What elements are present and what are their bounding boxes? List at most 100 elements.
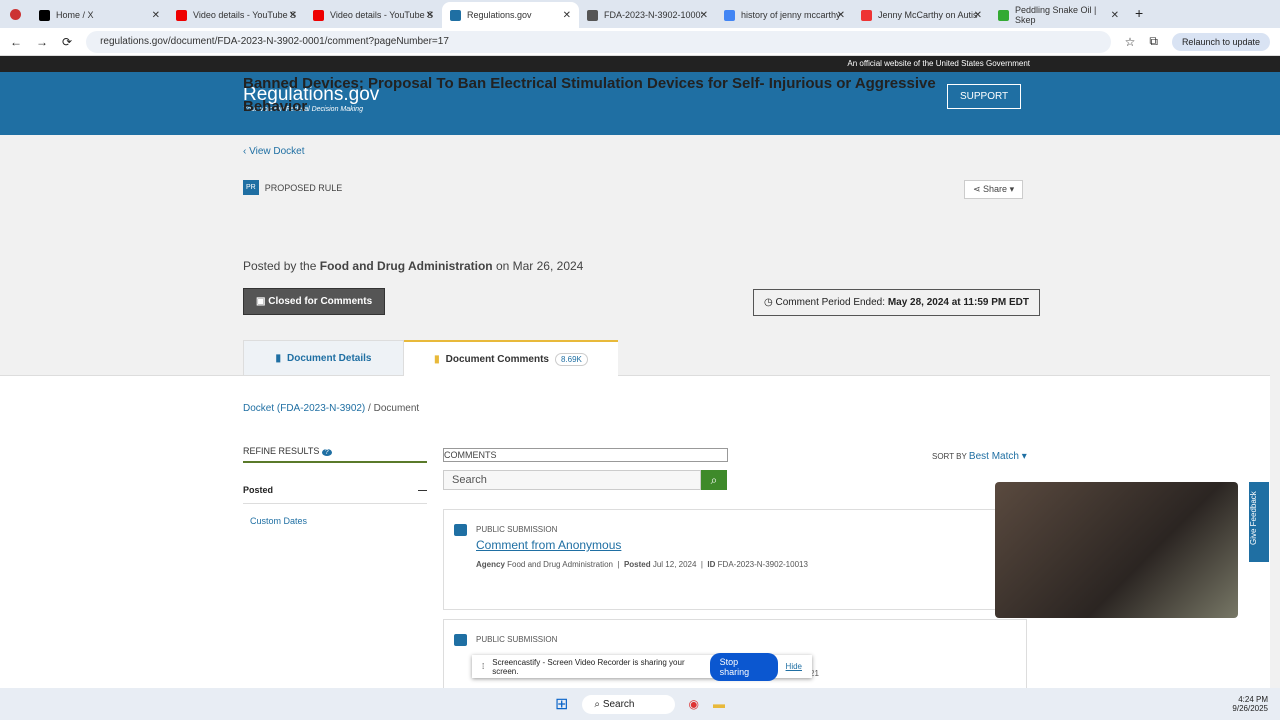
clock[interactable]: 4:24 PM 9/26/2025	[1232, 695, 1268, 713]
custom-dates-link[interactable]: Custom Dates	[250, 516, 307, 526]
sort-label: SORT BY	[932, 452, 967, 461]
give-feedback-button[interactable]: Give Feedback	[1249, 482, 1269, 562]
time: 4:24 PM	[1238, 695, 1268, 704]
tab-favicon-icon	[861, 9, 872, 21]
browser-tab[interactable]: Home / X ✕	[31, 2, 168, 28]
bookmark-star-icon[interactable]: ☆	[1125, 35, 1136, 49]
tab-favicon-icon	[587, 9, 598, 21]
refine-results-heading: REFINE RESULTS ?	[243, 446, 427, 463]
page-title: Banned Devices; Proposal To Ban Electric…	[243, 75, 936, 115]
tab-strip: Home / X ✕ Video details - YouTube S ✕ Video…	[0, 0, 1280, 28]
posted-prefix: Posted by the	[243, 259, 317, 273]
closed-for-comments-badge: ▣ Closed for Comments	[243, 288, 386, 315]
browser-tab[interactable]: Video details - YouTube S ✕	[168, 2, 305, 28]
posted-filter-toggle[interactable]: Posted —	[243, 485, 427, 504]
help-icon[interactable]: ?	[321, 449, 332, 456]
close-tab-icon[interactable]: ✕	[289, 10, 297, 21]
tab-document-details[interactable]: ▮ Document Details	[243, 340, 404, 376]
agency-value: Food and Drug Administration	[507, 560, 613, 569]
taskbar-search[interactable]: ⌕ Search	[582, 694, 675, 714]
browser-tab[interactable]: Jenny McCarthy on Autis ✕	[853, 2, 990, 28]
sharing-text: Screencastify - Screen Video Recorder is…	[492, 657, 685, 676]
browser-tab[interactable]: Regulations.gov ✕	[442, 2, 579, 28]
tab-favicon-icon	[176, 9, 187, 21]
tab-document-comments[interactable]: ▮ Document Comments 8.69K	[404, 340, 618, 376]
close-tab-icon[interactable]: ✕	[426, 10, 434, 21]
screen-sharing-bar: ⁞ Screencastify - Screen Video Recorder …	[472, 652, 812, 681]
close-tab-icon[interactable]: ✕	[837, 10, 845, 21]
extensions-icon[interactable]: ⧉	[1149, 34, 1158, 49]
browser-tab[interactable]: Video details - YouTube S ✕	[305, 2, 442, 28]
share-label: Share	[983, 184, 1008, 194]
reload-icon[interactable]: ⟳	[62, 35, 72, 49]
tab-favicon-icon	[313, 9, 324, 21]
view-docket-label: View Docket	[249, 146, 305, 157]
forward-icon[interactable]: →	[36, 35, 48, 49]
recording-icon	[10, 9, 21, 20]
collapse-icon: —	[418, 485, 427, 495]
comment-title-link[interactable]: Comment from Anonymous	[476, 538, 621, 552]
taskbar-search-label: Search	[602, 698, 635, 710]
taskbar: ⊞ ⌕ Search ◉ ▬ 4:24 PM 9/26/2025	[0, 688, 1280, 720]
close-tab-icon[interactable]: ✕	[974, 10, 982, 21]
submission-type: PUBLIC SUBMISSION	[476, 635, 558, 644]
new-tab-button[interactable]: +	[1135, 5, 1143, 21]
close-tab-icon[interactable]: ✕	[152, 10, 160, 21]
share-button[interactable]: ⋖ Share ▾	[964, 180, 1024, 199]
browser-tab[interactable]: history of jenny mccarthy ✕	[716, 2, 853, 28]
hide-link[interactable]: Hide	[786, 662, 802, 671]
comment-period: ◷ Comment Period Ended: May 28, 2024 at …	[753, 289, 1040, 316]
stop-sharing-button[interactable]: Stop sharing	[709, 652, 778, 681]
tab-favicon-icon	[39, 9, 50, 21]
comments-icon: ▮	[434, 353, 440, 365]
date: 9/26/2025	[1232, 704, 1268, 713]
posted-label: Posted	[623, 560, 651, 569]
url-input[interactable]: regulations.gov/document/FDA-2023-N-3902…	[86, 30, 1111, 53]
id-label: ID	[707, 560, 716, 569]
chrome-icon[interactable]: ◉	[689, 697, 699, 711]
comment-meta: Agency Food and Drug Administration | Po…	[476, 560, 808, 569]
sort-value: Best Match	[968, 451, 1019, 462]
proposed-rule-icon: PR	[243, 180, 259, 195]
tab-title: history of jenny mccarthy	[741, 10, 841, 20]
tab-details-label: Document Details	[287, 352, 372, 364]
close-tab-icon[interactable]: ✕	[563, 10, 571, 21]
comments-label: COMMENTS	[443, 448, 728, 462]
sort-dropdown[interactable]: Best Match ▾	[969, 451, 1027, 462]
tab-title: Jenny McCarthy on Autis	[878, 10, 978, 20]
close-tab-icon[interactable]: ✕	[1111, 10, 1119, 21]
period-label: Comment Period Ended:	[775, 297, 886, 308]
view-docket-link[interactable]: ‹ View Docket	[243, 146, 305, 157]
submission-type: PUBLIC SUBMISSION	[476, 525, 558, 534]
browser-tab[interactable]: Peddling Snake Oil | Skep ✕	[990, 2, 1127, 28]
breadcrumb-current: Document	[373, 403, 420, 414]
posted-value: Jul 12, 2024	[652, 560, 697, 569]
file-explorer-icon[interactable]: ▬	[713, 697, 725, 711]
document-tabs: ▮ Document Details ▮ Document Comments 8…	[0, 340, 1270, 376]
closed-label: Closed for Comments	[268, 296, 373, 307]
tab-favicon-icon	[450, 9, 461, 21]
tab-title: Video details - YouTube S	[330, 10, 434, 20]
drag-handle-icon[interactable]: ⁞	[482, 662, 484, 671]
back-icon[interactable]: ←	[10, 35, 22, 49]
browser-tab[interactable]: FDA-2023-N-3902-1000: ✕	[579, 2, 716, 28]
windows-start-icon[interactable]: ⊞	[555, 694, 568, 714]
posted-date: on Mar 26, 2024	[495, 259, 584, 273]
posted-by: Posted by the Food and Drug Administrati…	[243, 259, 583, 273]
search-button[interactable]: ⌕	[701, 470, 727, 490]
tab-favicon-icon	[998, 9, 1009, 21]
address-bar-row: ← → ⟳ regulations.gov/document/FDA-2023-…	[0, 28, 1280, 56]
sort-by: SORT BY Best Match ▾	[932, 451, 1027, 462]
document-type: PROPOSED RULE	[264, 182, 343, 193]
tab-title: Peddling Snake Oil | Skep	[1014, 5, 1097, 25]
tab-title: FDA-2023-N-3902-1000:	[604, 10, 704, 20]
search-input[interactable]: Search	[443, 470, 701, 490]
comment-icon	[454, 634, 467, 646]
comment-count-badge: 8.69K	[554, 352, 588, 366]
breadcrumb: Docket (FDA-2023-N-3902) / Document	[243, 403, 420, 414]
breadcrumb-docket[interactable]: Docket (FDA-2023-N-3902)	[243, 403, 365, 414]
tab-title: Regulations.gov	[467, 10, 532, 20]
close-tab-icon[interactable]: ✕	[700, 10, 708, 21]
tab-comments-label: Document Comments	[445, 353, 549, 365]
relaunch-button[interactable]: Relaunch to update	[1171, 32, 1270, 51]
